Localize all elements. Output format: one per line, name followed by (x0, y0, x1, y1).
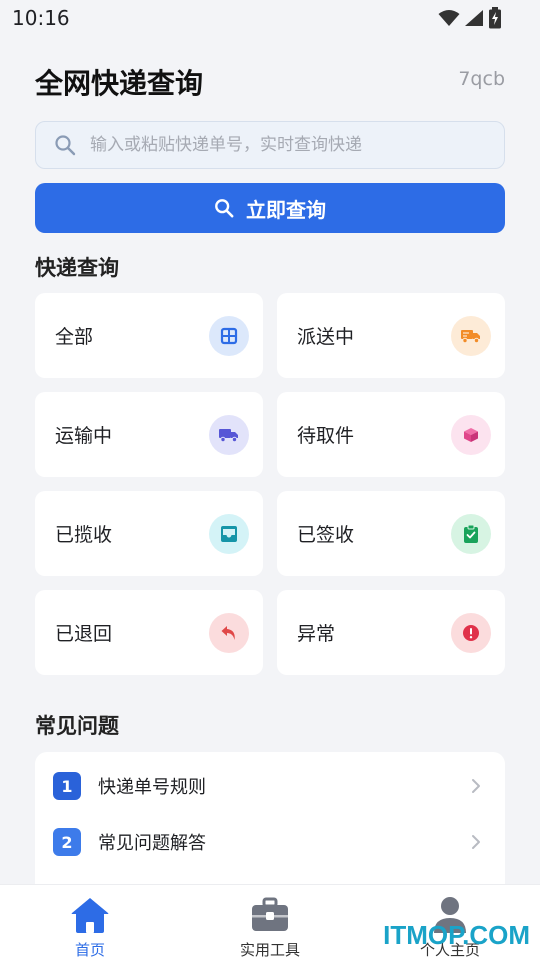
status-card-delivering[interactable]: 派送中 (277, 293, 505, 378)
status-card-exception[interactable]: 异常 (277, 590, 505, 675)
search-icon (55, 135, 76, 156)
watermark: ITMOP.COM (383, 920, 530, 950)
inbox-icon (209, 513, 249, 554)
card-label: 全部 (55, 326, 94, 348)
nav-tools[interactable]: 实用工具 (180, 885, 360, 960)
status-card-pending-pickup[interactable]: 待取件 (277, 392, 505, 477)
faq-text: 快递单号规则 (98, 777, 206, 798)
faq-text: 常见问题解答 (98, 833, 206, 854)
chevron-right-icon (472, 835, 480, 849)
nav-label: 首页 (74, 941, 105, 959)
grid-icon (209, 315, 249, 356)
nav-home[interactable]: 首页 (0, 885, 180, 960)
faq-item[interactable]: 2 常见问题解答 (35, 814, 505, 870)
alert-icon (451, 612, 491, 653)
query-button[interactable]: 立即查询 (35, 183, 505, 233)
cellular-signal-icon (465, 10, 483, 26)
truck-icon (209, 414, 249, 455)
section-title-query: 快递查询 (35, 256, 119, 280)
status-card-in-transit[interactable]: 运输中 (35, 392, 263, 477)
card-label: 已签收 (297, 524, 355, 546)
chevron-right-icon (472, 779, 480, 793)
clipboard-check-icon (451, 513, 491, 554)
status-card-signed[interactable]: 已签收 (277, 491, 505, 576)
home-icon (71, 898, 109, 933)
return-arrow-icon (209, 612, 249, 653)
card-label: 待取件 (297, 425, 355, 447)
search-box[interactable] (35, 121, 505, 169)
nav-label: 实用工具 (239, 941, 300, 959)
toolbox-icon (252, 897, 288, 931)
card-label: 异常 (297, 623, 336, 645)
card-label: 已退回 (55, 623, 113, 645)
card-label: 运输中 (55, 425, 113, 447)
status-bar: 10:16 (0, 0, 540, 36)
wifi-icon (438, 10, 460, 26)
search-icon (215, 199, 234, 218)
status-time: 10:16 (12, 6, 70, 30)
status-card-returned[interactable]: 已退回 (35, 590, 263, 675)
section-title-faq: 常见问题 (35, 714, 119, 738)
tracking-number-input[interactable] (90, 135, 470, 155)
status-grid: 全部 派送中 运输中 待取件 已揽收 已签收 已退回 异常 (35, 293, 505, 675)
query-button-label: 立即查询 (246, 197, 326, 222)
package-icon (451, 414, 491, 455)
faq-number: 2 (53, 828, 81, 856)
delivery-truck-icon (451, 315, 491, 356)
app-code: 7qcb (458, 68, 505, 90)
page-title: 全网快递查询 (35, 67, 204, 100)
status-icons (438, 7, 502, 29)
card-label: 已揽收 (55, 524, 113, 546)
status-card-collected[interactable]: 已揽收 (35, 491, 263, 576)
faq-item[interactable]: 1 快递单号规则 (35, 758, 505, 814)
faq-number: 1 (53, 772, 81, 800)
battery-icon (489, 7, 501, 29)
screen: 10:16 全网快递查询 7qcb 输入或粘贴快递单号，实时查询快递 立即查询 … (0, 0, 540, 960)
status-card-all[interactable]: 全部 (35, 293, 263, 378)
card-label: 派送中 (297, 326, 355, 348)
